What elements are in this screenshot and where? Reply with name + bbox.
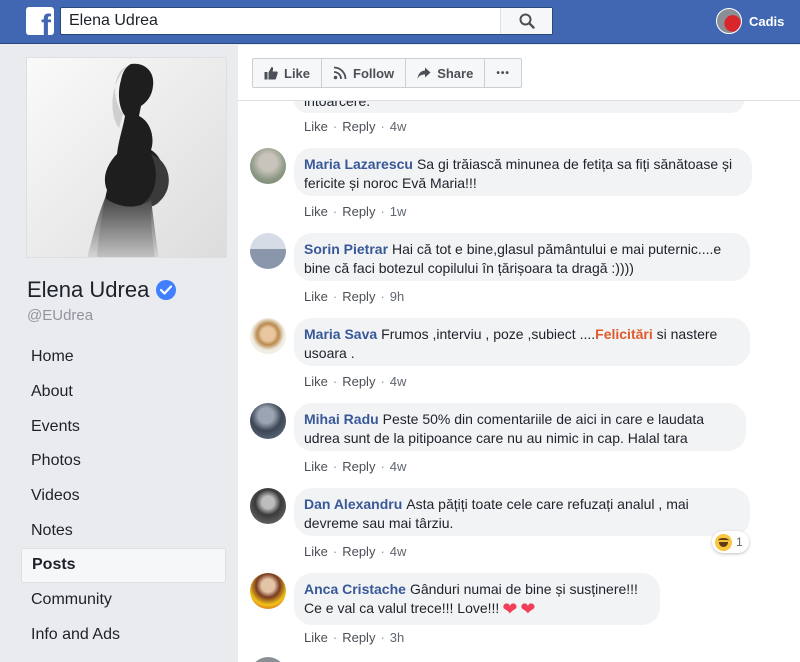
comment-meta: Like · Reply · 4w [304, 544, 407, 559]
top-navigation-bar: f Cadis [0, 0, 800, 44]
comment-text: Frumos ,interviu , poze ,subiect .... [381, 326, 596, 342]
comment-bubble: Mihai Radu Peste 50% din comentariile de … [294, 403, 746, 451]
profile-silhouette-image [27, 58, 226, 257]
like-label: Like [284, 65, 311, 81]
comment-bubble: Dan Alexandru Asta pățiți toate cele care… [294, 488, 750, 536]
profile-link[interactable]: Cadis [716, 8, 784, 34]
nav-item-home[interactable]: Home [21, 340, 226, 375]
comment-meta: Like · Reply · 4w [304, 459, 407, 474]
comment-meta: Like · Reply · 4w [304, 119, 407, 134]
commenter-avatar[interactable] [250, 657, 286, 662]
comment-like-link[interactable]: Like [304, 459, 328, 474]
search-box [60, 7, 553, 35]
nav-item-info-and-ads[interactable]: Info and Ads [21, 618, 226, 653]
comment-reply-link[interactable]: Reply [342, 204, 375, 219]
comment-author[interactable]: Maria Lazarescu [304, 156, 413, 172]
page-name-text: Elena Udrea [27, 277, 150, 302]
comment-author[interactable]: Dan Alexandru [304, 496, 402, 512]
more-options-button[interactable]: ••• [485, 59, 521, 87]
comment-text: Gânduri numai de bine și susținere!!! [409, 581, 638, 597]
comment-meta: Like · Reply · 4w [304, 374, 407, 389]
comment-highlight-link[interactable]: Felicitări [595, 326, 653, 342]
comment-like-link[interactable]: Like [304, 544, 328, 559]
comment-author[interactable]: Sorin Pietrar [304, 241, 388, 257]
comments-feed: intoarcere. Like · Reply · 4w Maria Lazaresc… [238, 101, 800, 662]
heart-emoji-icon: ❤ [520, 599, 536, 619]
commenter-avatar[interactable] [250, 488, 286, 524]
follow-label: Follow [353, 65, 395, 81]
thumbs-up-icon [264, 67, 278, 80]
comment-reply-link[interactable]: Reply [342, 459, 375, 474]
comment-like-link[interactable]: Like [304, 204, 328, 219]
comment-reply-link[interactable]: Reply [342, 630, 375, 645]
comment-like-link[interactable]: Like [304, 374, 328, 389]
commenter-avatar[interactable] [250, 573, 286, 609]
comment-reply-link[interactable]: Reply [342, 289, 375, 304]
verified-badge-icon [156, 280, 177, 300]
user-name: Cadis [749, 13, 785, 29]
comment-like-link[interactable]: Like [304, 630, 328, 645]
comment-reply-link[interactable]: Reply [342, 119, 375, 134]
more-options-icon: ••• [496, 67, 510, 79]
nav-item-events[interactable]: Events [21, 409, 226, 444]
comment-bubble: Maria Lazarescu Sa gi trăiască minunea de… [294, 148, 752, 196]
comment-meta: Like · Reply · 3h [304, 630, 405, 645]
follow-button[interactable]: Follow [322, 59, 407, 87]
nav-item-videos[interactable]: Videos [21, 479, 226, 514]
commenter-avatar[interactable] [250, 318, 286, 354]
page-action-bar: Like Follow Share ••• [238, 45, 800, 101]
comment-reply-link[interactable]: Reply [342, 374, 375, 389]
comment-meta: Like · Reply · 1w [304, 204, 407, 219]
share-label: Share [437, 65, 474, 81]
comment-time[interactable]: 4w [390, 119, 407, 134]
search-input[interactable] [61, 8, 501, 34]
like-page-button[interactable]: Like [253, 59, 323, 87]
commenter-avatar[interactable] [250, 148, 286, 184]
profile-picture[interactable] [26, 57, 227, 258]
reaction-count-badge[interactable]: 1 [712, 531, 749, 553]
comment-bubble: Maria Sava Frumos ,interviu , poze ,subie… [294, 318, 750, 366]
comment-like-link[interactable]: Like [304, 289, 328, 304]
comment-bubble: Anca Cristache Gânduri numai de bine și s… [294, 573, 660, 625]
nav-item-community[interactable]: Community [21, 583, 226, 618]
page-username[interactable]: @EUdrea [27, 307, 93, 324]
comment-time[interactable]: 9h [390, 289, 404, 304]
comment-author[interactable]: Anca Cristache [304, 581, 406, 597]
comment-time[interactable]: 4w [390, 459, 407, 474]
heart-emoji-icon: ❤ [502, 599, 518, 619]
comment-meta: Like · Reply · 9h [304, 289, 405, 304]
page-title[interactable]: Elena Udrea [27, 277, 177, 303]
comment-time[interactable]: 4w [390, 374, 407, 389]
nav-item-about[interactable]: About [21, 375, 226, 410]
comment-author[interactable]: Mihai Radu [304, 411, 379, 427]
rss-follow-icon [333, 66, 347, 80]
comment-text-line2: Ce e val ca valul trece!!! Love!!! [304, 600, 500, 616]
user-avatar [716, 8, 742, 34]
search-icon [519, 13, 535, 29]
action-button-group: Like Follow Share ••• [252, 58, 522, 88]
reaction-count: 1 [736, 535, 743, 549]
share-button[interactable]: Share [406, 59, 486, 87]
search-button[interactable] [500, 8, 552, 34]
nav-item-notes[interactable]: Notes [21, 513, 226, 548]
comment-time[interactable]: 3h [390, 630, 404, 645]
comment-time[interactable]: 1w [390, 204, 407, 219]
commenter-avatar[interactable] [250, 403, 286, 439]
commenter-avatar[interactable] [250, 233, 286, 269]
haha-reaction-icon [715, 533, 732, 551]
comment-author[interactable]: Maria Sava [304, 326, 377, 342]
comment-bubble: intoarcere. [294, 101, 744, 113]
comment-text: intoarcere. [304, 101, 371, 109]
comment-bubble: Sorin Pietrar Hai că tot e bine,glasul pă… [294, 233, 750, 281]
nav-item-posts[interactable]: Posts [21, 548, 226, 583]
nav-item-photos[interactable]: Photos [21, 444, 226, 479]
comment-time[interactable]: 4w [390, 544, 407, 559]
page-navigation: Home About Events Photos Videos Notes Po… [21, 340, 226, 652]
comment-like-link[interactable]: Like [304, 119, 328, 134]
comment-reply-link[interactable]: Reply [342, 544, 375, 559]
facebook-logo-icon[interactable]: f [26, 7, 54, 35]
share-arrow-icon [417, 67, 431, 79]
